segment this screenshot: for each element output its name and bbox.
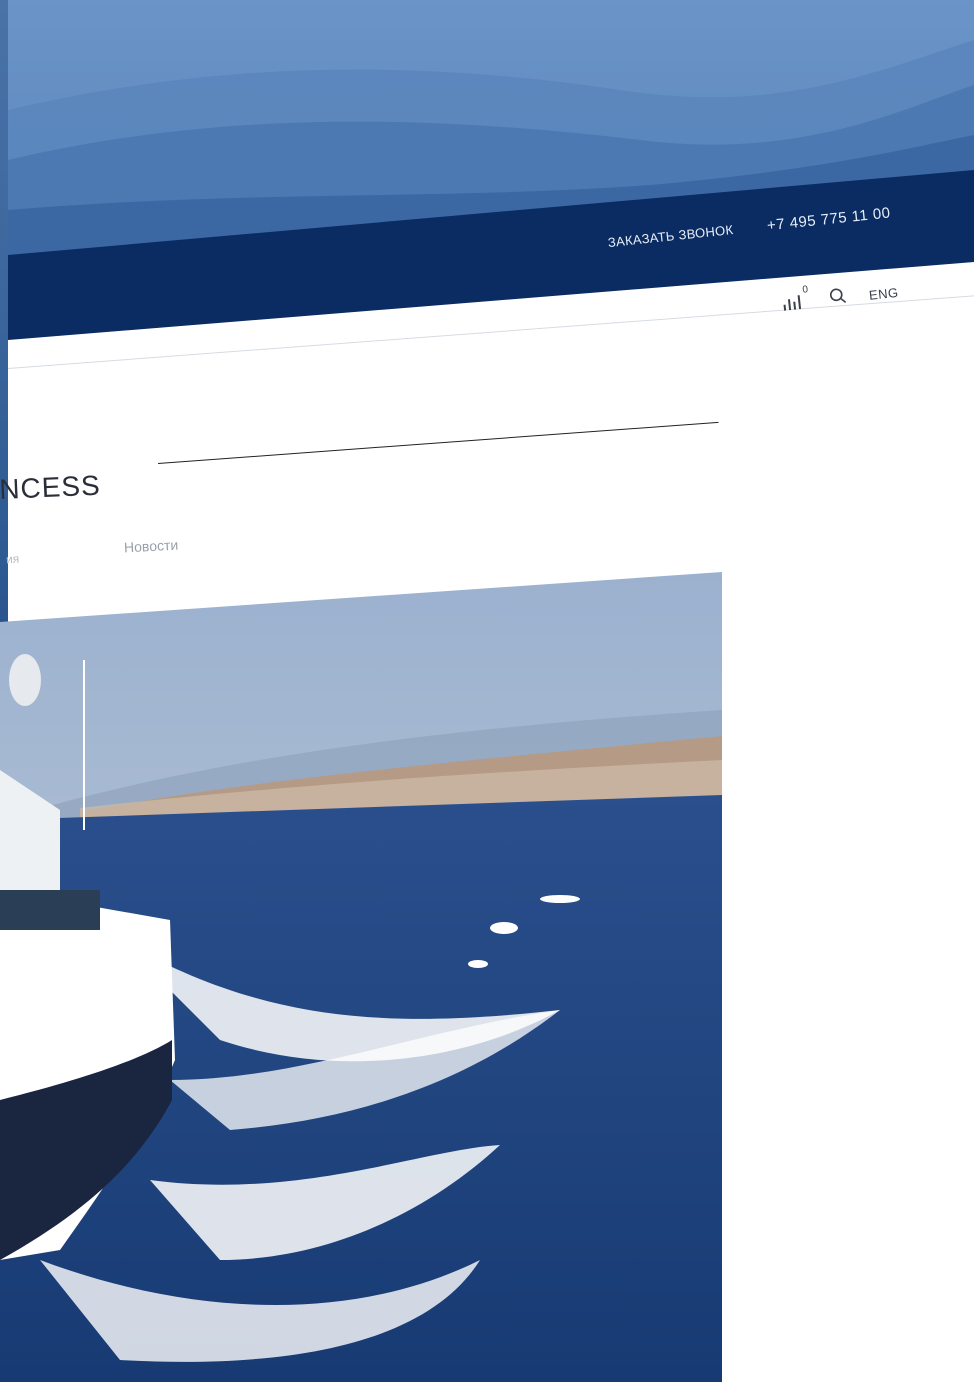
title-divider xyxy=(157,421,719,464)
yacht-photo xyxy=(0,572,722,1382)
callback-link[interactable]: ЗАКАЗАТЬ ЗВОНОК xyxy=(607,221,734,249)
search-icon[interactable] xyxy=(828,286,848,311)
phone-link[interactable]: +7 495 775 11 00 xyxy=(766,204,891,234)
compare-count-badge: 0 xyxy=(801,284,809,296)
language-switch[interactable]: ENG xyxy=(868,284,899,302)
bar-chart-icon[interactable]: 0 xyxy=(780,284,809,313)
tab-news[interactable]: Новости xyxy=(124,537,179,556)
page-title: NCESS xyxy=(0,469,102,506)
